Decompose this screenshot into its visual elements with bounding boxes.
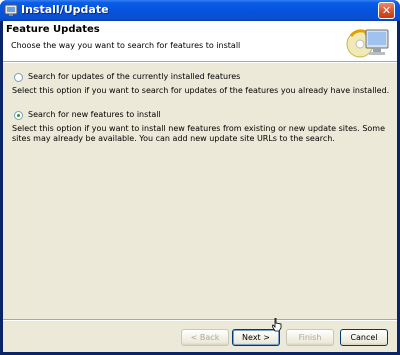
option-label[interactable]: Search for updates of the currently inst…	[28, 72, 240, 81]
cancel-button[interactable]: Cancel	[340, 329, 388, 346]
option-description: Select this option if you want to search…	[12, 86, 390, 95]
option-description: Select this option if you want to instal…	[12, 124, 385, 143]
radio-update-installed[interactable]	[14, 73, 23, 82]
install-update-window: Install/Update ✕ Feature Updates Choose …	[0, 0, 400, 355]
back-button[interactable]: < Back	[181, 329, 229, 346]
page-title: Feature Updates	[6, 24, 100, 35]
radio-new-features[interactable]	[14, 111, 23, 120]
close-icon: ✕	[381, 4, 392, 17]
install-update-icon	[4, 4, 18, 16]
cd-monitor-update-icon	[346, 29, 389, 58]
title-bar[interactable]: Install/Update ✕	[0, 0, 400, 21]
window-title: Install/Update	[21, 3, 109, 16]
page-description: Choose the way you want to search for fe…	[11, 41, 241, 50]
header-separator	[3, 61, 397, 63]
close-button[interactable]: ✕	[378, 2, 395, 19]
option-label[interactable]: Search for new features to install	[28, 110, 161, 119]
dialog-body: Feature Updates Choose the way you want …	[3, 21, 397, 352]
finish-button[interactable]: Finish	[286, 329, 334, 346]
wizard-header: Feature Updates Choose the way you want …	[3, 21, 397, 61]
mouse-pointer-icon	[272, 318, 282, 332]
button-separator	[3, 319, 397, 321]
